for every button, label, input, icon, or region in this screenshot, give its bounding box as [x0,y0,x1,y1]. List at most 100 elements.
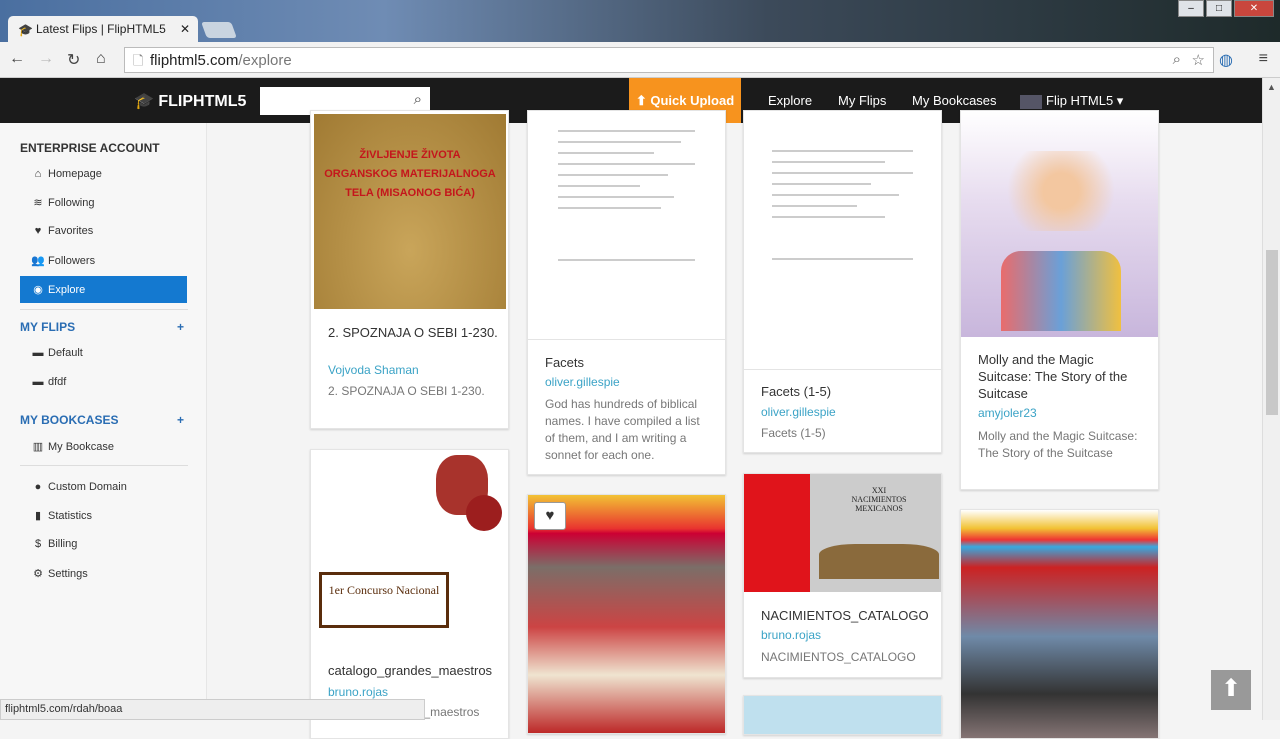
pot-image [466,495,502,531]
label: Explore [48,284,86,296]
card-title[interactable]: Molly and the Magic Suitcase: The Story … [978,351,1148,402]
new-tab-button[interactable] [201,22,237,38]
flip-card[interactable]: Facets oliver.gillespie God has hundreds… [527,110,726,475]
favorite-heart-button[interactable]: ♥ [534,502,566,530]
book-cover[interactable]: 1er Concurso Nacional [311,450,508,646]
enterprise-account-heading: ENTERPRISE ACCOUNT [20,141,160,155]
url-path: /explore [238,52,292,69]
rss-icon: ≋ [33,197,43,209]
extension-globe-icon[interactable]: ◍ [1219,50,1233,70]
bookmark-star-icon[interactable]: ☆ [1192,51,1205,69]
flip-card[interactable]: Facets (1-5) oliver.gillespie Facets (1-… [743,110,942,453]
browser-toolbar: ← → ↻ ⌂ 🗋 fliphtml5.com/explore ⌕ ☆ ◍ ≡ [0,42,1280,78]
card-author[interactable]: oliver.gillespie [545,375,620,389]
book-cover[interactable] [528,495,725,733]
nav-explore[interactable]: Explore [768,93,812,108]
sidebar-item-billing[interactable]: $ Billing [30,538,187,550]
nav-my-bookcases[interactable]: My Bookcases [912,93,997,108]
back-icon[interactable]: ← [9,50,25,68]
label: Following [48,197,95,209]
label: Settings [48,568,88,580]
folder-icon: ▬ [32,376,44,388]
sidebar-item-favorites[interactable]: ♥ Favorites [30,225,187,237]
sidebar-item-settings[interactable]: ⚙ Settings [30,567,187,580]
label: My Bookcase [48,441,115,453]
sidebar-item-following[interactable]: ≋ Following [30,196,187,209]
add-bookcase-button[interactable]: + [177,413,184,427]
url-host: fliphtml5.com [150,52,239,69]
label: Statistics [48,510,93,522]
card-author[interactable]: bruno.rojas [761,628,821,642]
globe-icon: ● [34,481,42,493]
home-icon[interactable]: ⌂ [96,50,106,68]
minimize-button[interactable]: – [1178,0,1204,17]
label: Custom Domain [48,481,127,493]
card-author[interactable]: bruno.rojas [328,685,388,699]
forward-icon[interactable]: → [38,50,54,68]
site-logo[interactable]: 🎓 FLIPHTML5 [134,91,246,111]
card-author[interactable]: Vojvoda Shaman [328,363,419,377]
flip-card[interactable]: ŽIVLJENJE ŽIVOTA ORGANSKOG MATERIJALNOGA… [310,110,509,429]
book-cover[interactable] [961,510,1158,738]
sidebar-item-followers[interactable]: 👥 Followers [30,254,187,267]
chrome-menu-icon[interactable]: ≡ [1259,50,1268,68]
fliphtml5-favicon-icon: 🎓 [18,23,33,37]
label: Homepage [48,168,102,180]
scroll-up-icon[interactable]: ▲ [1267,82,1276,92]
card-title[interactable]: Facets (1-5) [761,383,931,400]
sidebar-item-dfdf[interactable]: ▬ dfdf [30,376,187,388]
back-to-top-button[interactable]: ⬆ [1211,670,1251,710]
flip-card[interactable]: XXI NACIMIENTOS MEXICANOS NACIMIENTOS_CA… [743,473,942,678]
book-cover[interactable] [744,696,941,734]
flip-card[interactable] [527,494,726,734]
flip-card[interactable]: 1er Concurso Nacional catalogo_grandes_m… [310,449,509,739]
scrollbar-thumb[interactable] [1266,250,1278,415]
card-author[interactable]: oliver.gillespie [761,405,836,419]
nav-my-flips[interactable]: My Flips [838,93,886,108]
zoom-search-icon[interactable]: ⌕ [1173,51,1181,68]
flip-card[interactable]: Molly and the Magic Suitcase: The Story … [960,110,1159,490]
card-title[interactable]: NACIMIENTOS_CATALOGO [761,607,931,624]
search-icon[interactable]: ⌕ [414,91,422,108]
book-cover[interactable] [528,111,725,339]
sidebar-item-explore[interactable]: ◉ Explore [20,276,187,303]
flip-card[interactable] [960,509,1159,739]
sidebar-item-my-bookcase[interactable]: ▥ My Bookcase [30,440,187,453]
card-description: NACIMIENTOS_CATALOGO [761,650,916,664]
card-author[interactable]: amyjoler23 [978,406,1037,420]
page-scrollbar[interactable]: ▲ [1262,78,1280,720]
label: MY BOOKCASES [20,413,119,427]
sidebar-item-custom-domain[interactable]: ● Custom Domain [30,481,187,493]
add-flip-folder-button[interactable]: + [177,320,184,334]
sidebar-item-statistics[interactable]: ▮ Statistics [30,509,187,522]
users-icon: 👥 [31,255,45,267]
sidebar-item-homepage[interactable]: ⌂ Homepage [30,168,187,180]
reload-icon[interactable]: ↻ [67,50,80,70]
card-title[interactable]: Facets [545,354,715,371]
address-bar[interactable]: 🗋 fliphtml5.com/explore ⌕ ☆ [124,47,1214,73]
maximize-button[interactable]: □ [1206,0,1232,17]
label: Followers [48,255,96,267]
card-description: 2. SPOZNAJA O SEBI 1-230. [328,384,485,398]
close-window-button[interactable]: ✕ [1234,0,1274,17]
label: Default [48,347,83,359]
label: MY FLIPS [20,320,76,334]
browser-tab[interactable]: 🎓 Latest Flips | FlipHTML5 ✕ [8,16,198,42]
window-titlebar: 🎓 Latest Flips | FlipHTML5 ✕ – □ ✕ [0,0,1280,42]
card-title[interactable]: 2. SPOZNAJA O SEBI 1-230. [328,324,498,341]
sidebar-item-default[interactable]: ▬ Default [30,347,187,359]
close-tab-icon[interactable]: ✕ [180,22,190,36]
book-cover[interactable]: XXI NACIMIENTOS MEXICANOS [744,474,941,592]
my-flips-heading: MY FLIPS + [20,320,184,334]
book-cover[interactable] [744,111,941,369]
divider [20,309,188,310]
user-menu[interactable]: Flip HTML5 ▾ [1020,93,1123,109]
folder-icon: ▬ [32,347,44,359]
book-cover[interactable]: ŽIVLJENJE ŽIVOTA ORGANSKOG MATERIJALNOGA… [314,114,506,309]
card-title[interactable]: catalogo_grandes_maestros [328,662,498,679]
page-icon: 🗋 [133,53,144,68]
user-name: Flip HTML5 [1046,93,1114,108]
flip-card[interactable] [743,695,942,735]
heart-icon: ♥ [34,225,42,237]
book-cover[interactable] [961,111,1158,337]
